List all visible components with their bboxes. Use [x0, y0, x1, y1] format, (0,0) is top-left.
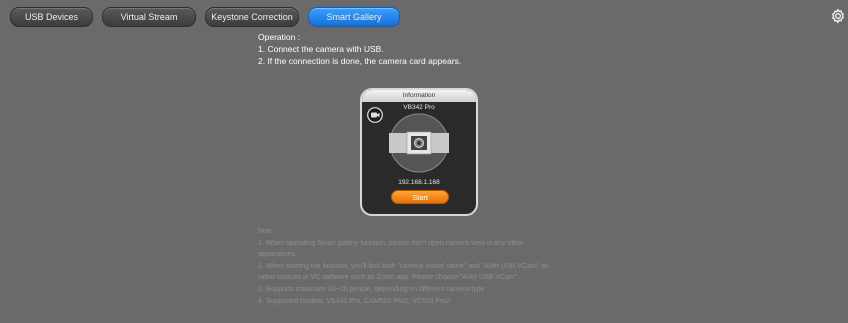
operation-title: Operation :: [258, 32, 301, 42]
camera-ip: 192.168.1.168: [398, 179, 440, 186]
note-section: Note 1. When operating Smart gallery fun…: [258, 226, 588, 307]
note-line: 2. When starting the function, you'll fi…: [258, 262, 549, 270]
tab-bar: USB Devices Virtual Stream Keystone Corr…: [10, 7, 400, 27]
tab-virtual-stream[interactable]: Virtual Stream: [102, 7, 196, 27]
camera-card: Information VB342 Pro 192.168.1.168 Star…: [360, 88, 478, 216]
note-line: video sources in VC software such as Zoo…: [258, 274, 520, 282]
settings-button[interactable]: [830, 8, 846, 24]
start-button[interactable]: Start: [391, 190, 449, 204]
note-title: Note: [258, 228, 273, 235]
operation-step-2: 2. If the connection is done, the camera…: [258, 56, 462, 66]
operation-instructions: Operation : 1. Connect the camera with U…: [258, 31, 461, 67]
note-line: applications.: [258, 251, 297, 259]
gear-icon: [831, 8, 845, 24]
note-line: 4. Supported models: VB342 Pro, CAM520 P…: [258, 297, 451, 305]
note-line: 1. When operating Smart gallery function…: [258, 239, 524, 247]
camera-icon: [367, 107, 383, 123]
tab-usb-devices[interactable]: USB Devices: [10, 7, 93, 27]
card-header: Information: [362, 90, 476, 102]
camera-illustration: [389, 113, 449, 173]
note-line: 3. Supports maximum 10~20 people, depend…: [258, 285, 485, 293]
operation-step-1: 1. Connect the camera with USB.: [258, 44, 384, 54]
tab-keystone-correction[interactable]: Keystone Correction: [205, 7, 299, 27]
tab-smart-gallery[interactable]: Smart Gallery: [308, 7, 400, 27]
